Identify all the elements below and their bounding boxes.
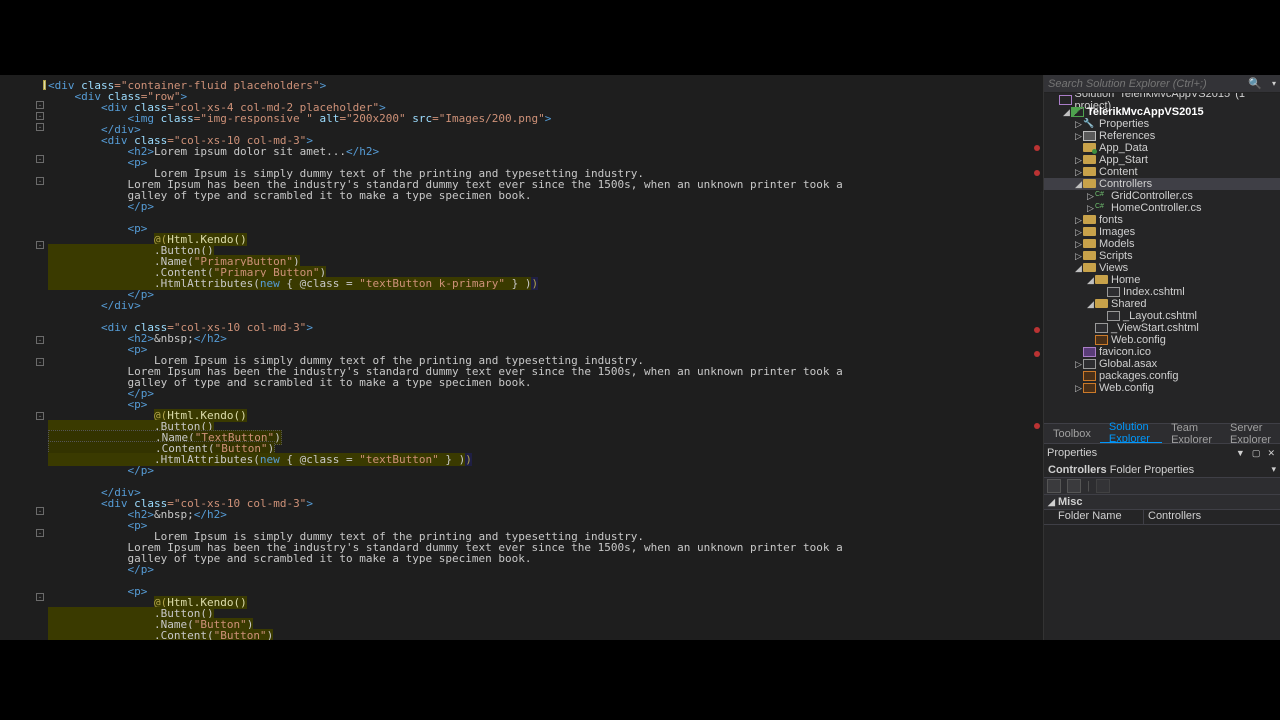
fold-toggle[interactable]: - bbox=[36, 155, 44, 163]
fold-toggle[interactable]: - bbox=[36, 412, 44, 420]
tree-item-gridcontroller[interactable]: ▷GridController.cs bbox=[1044, 190, 1280, 202]
tree-item-appdata[interactable]: App_Data bbox=[1044, 142, 1280, 154]
properties-pane: Properties ▼ ▢ ✕ Controllers Controllers… bbox=[1044, 443, 1280, 640]
error-marker[interactable] bbox=[1034, 327, 1040, 333]
category-misc[interactable]: ◢Misc bbox=[1044, 495, 1280, 510]
wrench-icon bbox=[1083, 119, 1096, 129]
error-marker[interactable] bbox=[1034, 423, 1040, 429]
solution-icon bbox=[1059, 95, 1072, 105]
folder-icon bbox=[1083, 155, 1096, 165]
tree-item-shared[interactable]: ◢Shared bbox=[1044, 298, 1280, 310]
fold-toggle[interactable]: - bbox=[36, 336, 44, 344]
alphabetical-button[interactable] bbox=[1067, 479, 1081, 493]
code-editor[interactable]: - - - - - - - - - - - - <div class="cont… bbox=[0, 75, 1043, 640]
tree-item-favicon[interactable]: favicon.ico bbox=[1044, 346, 1280, 358]
fold-toggle[interactable]: - bbox=[36, 123, 44, 131]
tab-solution-explorer[interactable]: Solution Explorer bbox=[1100, 425, 1162, 444]
side-tab-bar: Toolbox Solution Explorer Team Explorer … bbox=[1044, 423, 1280, 443]
solution-search-bar: 🔍 ▾ bbox=[1044, 75, 1280, 93]
folder-icon bbox=[1083, 251, 1096, 261]
config-file-icon bbox=[1095, 335, 1108, 345]
close-icon[interactable]: ✕ bbox=[1265, 448, 1277, 458]
tab-toolbox[interactable]: Toolbox bbox=[1044, 424, 1100, 443]
tree-item-webconfig[interactable]: Web.config bbox=[1044, 334, 1280, 346]
solution-node[interactable]: Solution 'TelerikMvcAppVS2015' (1 projec… bbox=[1044, 94, 1280, 106]
search-dropdown-icon[interactable]: ▾ bbox=[1268, 79, 1280, 88]
property-pages-button[interactable] bbox=[1096, 479, 1110, 493]
error-marker[interactable] bbox=[1034, 145, 1040, 151]
error-marker[interactable] bbox=[1034, 170, 1040, 176]
tree-item-models[interactable]: ▷Models bbox=[1044, 238, 1280, 250]
property-value[interactable]: Controllers bbox=[1144, 510, 1280, 524]
error-marker[interactable] bbox=[1034, 351, 1040, 357]
tree-item-webconfig2[interactable]: ▷Web.config bbox=[1044, 382, 1280, 394]
csharp-file-icon bbox=[1095, 191, 1108, 201]
tree-item-appstart[interactable]: ▷App_Start bbox=[1044, 154, 1280, 166]
tree-item-scripts[interactable]: ▷Scripts bbox=[1044, 250, 1280, 262]
tree-item-views[interactable]: ◢Views bbox=[1044, 262, 1280, 274]
search-icon[interactable]: 🔍 bbox=[1242, 77, 1268, 90]
tree-item-images[interactable]: ▷Images bbox=[1044, 226, 1280, 238]
fold-toggle[interactable]: - bbox=[36, 593, 44, 601]
categorized-button[interactable] bbox=[1047, 479, 1061, 493]
folder-icon bbox=[1083, 263, 1096, 273]
file-icon bbox=[1107, 287, 1120, 297]
tree-item-global[interactable]: ▷Global.asax bbox=[1044, 358, 1280, 370]
fold-toggle[interactable]: - bbox=[36, 241, 44, 249]
file-icon bbox=[1095, 323, 1108, 333]
tab-server-explorer[interactable]: Server Explorer bbox=[1221, 424, 1280, 443]
dropdown-icon[interactable]: ▼ bbox=[1234, 448, 1247, 458]
solution-tree[interactable]: Solution 'TelerikMvcAppVS2015' (1 projec… bbox=[1044, 93, 1280, 423]
code-content[interactable]: <div class="container-fluid placeholders… bbox=[0, 75, 1043, 640]
tree-item-homecontroller[interactable]: ▷HomeController.cs bbox=[1044, 202, 1280, 214]
bookmark-glyph bbox=[43, 80, 46, 90]
folder-icon bbox=[1083, 179, 1096, 189]
tree-item-fonts[interactable]: ▷fonts bbox=[1044, 214, 1280, 226]
folder-icon bbox=[1083, 143, 1096, 153]
folder-icon bbox=[1083, 215, 1096, 225]
property-name: Folder Name bbox=[1044, 510, 1144, 524]
solution-search-input[interactable] bbox=[1044, 78, 1242, 90]
editor-gutter: - - - - - - - - - - - - bbox=[0, 75, 38, 640]
tree-item-controllers[interactable]: ◢Controllers bbox=[1044, 178, 1280, 190]
tree-item-properties[interactable]: ▷Properties bbox=[1044, 118, 1280, 130]
tab-team-explorer[interactable]: Team Explorer bbox=[1162, 424, 1221, 443]
properties-subtitle: Controllers Controllers Folder Propertie… bbox=[1044, 462, 1280, 477]
solution-explorer-pane: 🔍 ▾ Solution 'TelerikMvcAppVS2015' (1 pr… bbox=[1043, 75, 1280, 640]
property-row[interactable]: Folder Name Controllers bbox=[1044, 510, 1280, 525]
tree-item-layout[interactable]: _Layout.cshtml bbox=[1044, 310, 1280, 322]
references-icon bbox=[1083, 131, 1096, 141]
csharp-file-icon bbox=[1095, 203, 1108, 213]
fold-toggle[interactable]: - bbox=[36, 177, 44, 185]
tree-item-index[interactable]: Index.cshtml bbox=[1044, 286, 1280, 298]
tree-item-home[interactable]: ◢Home bbox=[1044, 274, 1280, 286]
folder-icon bbox=[1095, 275, 1108, 285]
tree-item-packages[interactable]: packages.config bbox=[1044, 370, 1280, 382]
fold-toggle[interactable]: - bbox=[36, 529, 44, 537]
tree-item-content[interactable]: ▷Content bbox=[1044, 166, 1280, 178]
ico-file-icon bbox=[1083, 347, 1096, 357]
config-file-icon bbox=[1083, 371, 1096, 381]
folder-icon bbox=[1083, 239, 1096, 249]
properties-title: Properties bbox=[1047, 447, 1097, 459]
project-icon bbox=[1071, 107, 1084, 117]
tree-item-references[interactable]: ▷References bbox=[1044, 130, 1280, 142]
pin-icon[interactable]: ▢ bbox=[1250, 448, 1263, 458]
folder-icon bbox=[1083, 227, 1096, 237]
file-icon bbox=[1107, 311, 1120, 321]
folder-icon bbox=[1083, 167, 1096, 177]
folder-icon bbox=[1095, 299, 1108, 309]
fold-toggle[interactable]: - bbox=[36, 358, 44, 366]
fold-toggle[interactable]: - bbox=[36, 101, 44, 109]
fold-toggle[interactable]: - bbox=[36, 507, 44, 515]
tree-item-viewstart[interactable]: _ViewStart.cshtml bbox=[1044, 322, 1280, 334]
config-file-icon bbox=[1083, 383, 1096, 393]
fold-toggle[interactable]: - bbox=[36, 112, 44, 120]
file-icon bbox=[1083, 359, 1096, 369]
